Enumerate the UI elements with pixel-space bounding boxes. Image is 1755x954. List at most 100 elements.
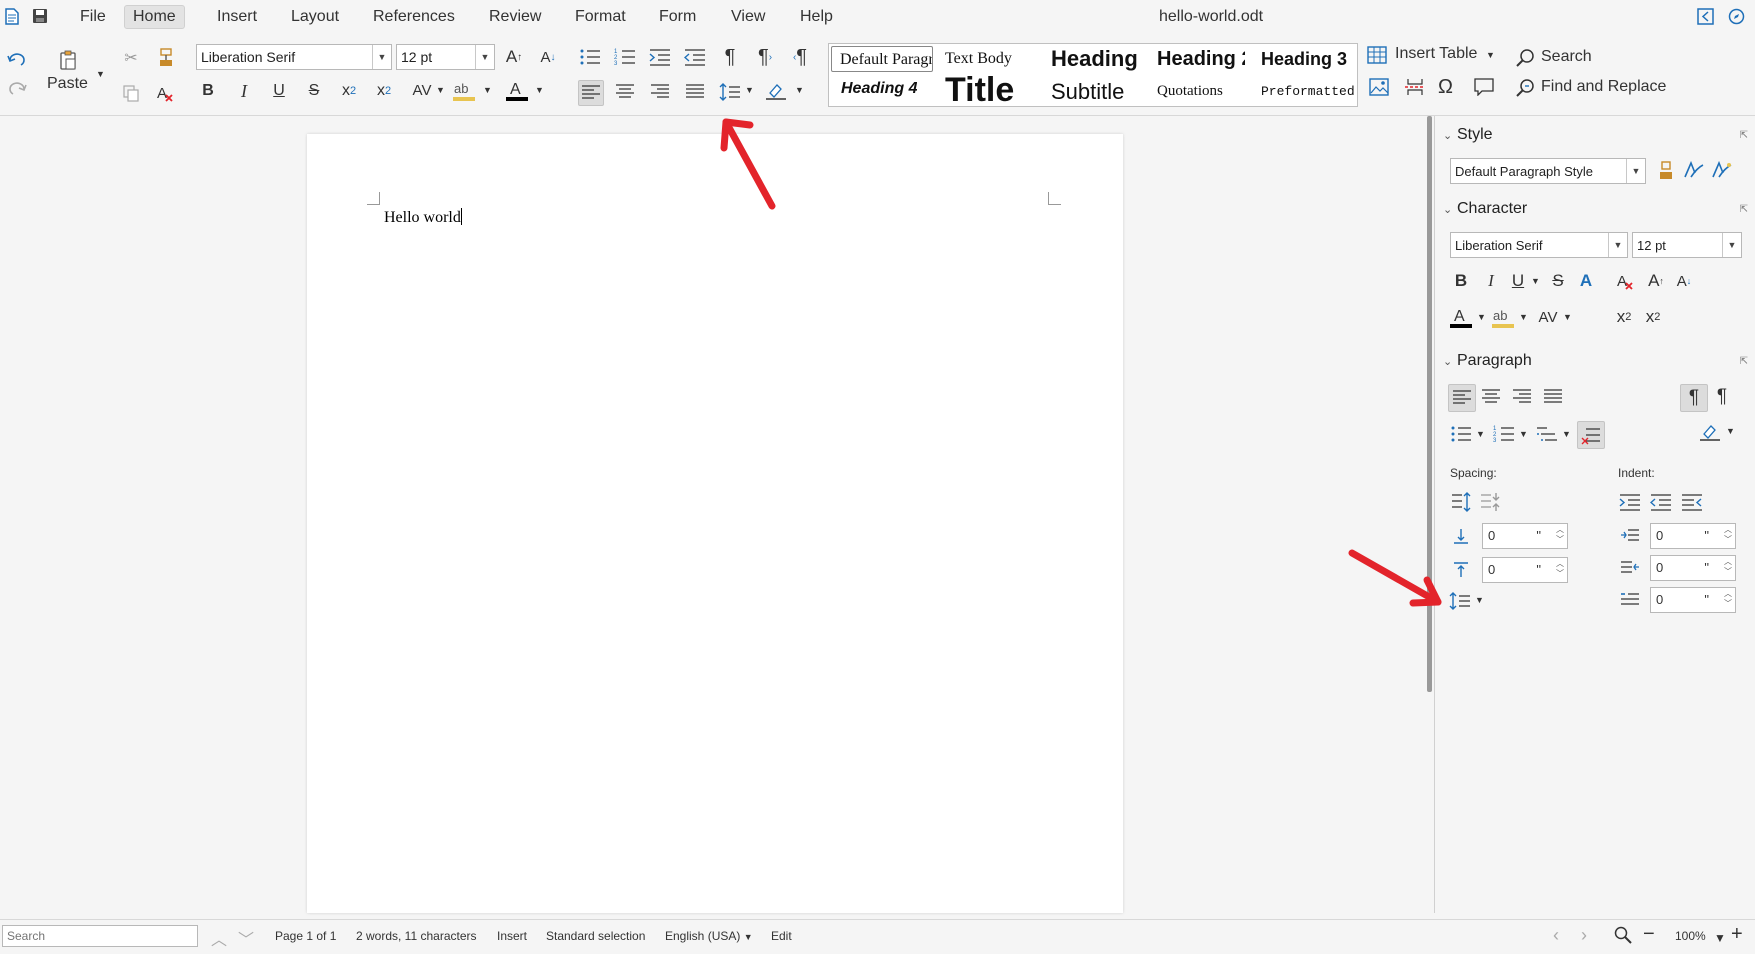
superscript-icon[interactable]: x2 xyxy=(372,79,396,103)
sidebar-font-size-combo[interactable]: 12 pt ▼ xyxy=(1632,232,1742,258)
save-icon[interactable] xyxy=(32,8,48,24)
sidebar-character-spacing-dropdown-arrow[interactable]: ▼ xyxy=(1563,312,1572,322)
page-break-icon[interactable] xyxy=(1405,78,1425,101)
before-text-indent-icon[interactable] xyxy=(1617,523,1643,549)
align-right-icon[interactable] xyxy=(648,80,672,104)
sidebar-align-center-icon[interactable] xyxy=(1478,384,1504,410)
menu-form[interactable]: Form xyxy=(651,6,704,28)
menu-help[interactable]: Help xyxy=(792,6,841,28)
document-body-text[interactable]: Hello world xyxy=(384,208,462,227)
underline-icon[interactable]: U xyxy=(267,79,291,103)
menu-home[interactable]: Home xyxy=(124,5,185,29)
character-spacing-icon[interactable]: AV xyxy=(410,78,434,102)
sidebar-underline-icon[interactable]: U xyxy=(1505,268,1531,294)
sidebar-line-spacing-dropdown-arrow[interactable]: ▼ xyxy=(1475,595,1484,605)
subscript-icon[interactable]: x2 xyxy=(337,79,361,103)
image-icon[interactable] xyxy=(1369,78,1389,101)
sidebar-font-name-combo[interactable]: Liberation Serif ▼ xyxy=(1450,232,1628,258)
sidebar-font-name-dropdown-arrow[interactable]: ▼ xyxy=(1608,233,1627,257)
font-size-combo[interactable]: 12 pt ▼ xyxy=(396,44,495,70)
line-spacing-icon[interactable] xyxy=(718,80,742,104)
style-text-body[interactable]: Text Body xyxy=(945,50,1012,68)
word-count[interactable]: 2 words, 11 characters xyxy=(356,929,477,943)
below-spacing-stepper[interactable]: ︿ ﹀ xyxy=(1556,559,1564,579)
edit-mode[interactable]: Edit xyxy=(771,929,792,943)
increase-paragraph-spacing-icon[interactable] xyxy=(1448,489,1474,515)
zoom-in-icon[interactable]: + xyxy=(1731,923,1743,946)
sidebar-decrease-font-icon[interactable]: A ↓ xyxy=(1671,268,1697,294)
sidebar-increase-indent-icon[interactable] xyxy=(1617,489,1643,515)
menu-file[interactable]: File xyxy=(72,6,114,28)
sidebar-font-color-icon[interactable]: A xyxy=(1448,304,1474,330)
style-heading-3[interactable]: Heading 3 xyxy=(1261,49,1357,70)
sidebar-outline-list-icon[interactable] xyxy=(1534,421,1560,447)
style-preformatted[interactable]: Preformatted xyxy=(1261,84,1355,99)
above-spacing-stepper[interactable]: ︿ ﹀ xyxy=(1556,525,1564,545)
highlight-color-icon[interactable]: ab xyxy=(452,78,476,102)
find-next-icon[interactable]: ﹀ xyxy=(238,926,254,950)
style-quotations[interactable]: Quotations xyxy=(1157,83,1223,100)
sidebar-left-to-right-icon[interactable]: ¶ xyxy=(1680,384,1708,412)
sidebar-justify-icon[interactable] xyxy=(1540,384,1566,410)
formatting-marks-icon[interactable]: ¶ xyxy=(718,45,742,69)
zoom-icon[interactable] xyxy=(1614,926,1632,947)
after-text-indent-stepper[interactable]: ︿ ﹀ xyxy=(1724,557,1732,577)
menu-insert[interactable]: Insert xyxy=(209,6,265,28)
insert-mode[interactable]: Insert xyxy=(497,929,527,943)
paragraph-more-options-icon[interactable]: ⇱ xyxy=(1740,356,1748,367)
special-character-icon[interactable]: Ω xyxy=(1438,76,1453,99)
bold-icon[interactable]: B xyxy=(196,79,220,103)
italic-icon[interactable]: I xyxy=(232,79,256,103)
character-spacing-dropdown-arrow[interactable]: ▼ xyxy=(436,85,445,95)
menu-review[interactable]: Review xyxy=(481,6,549,28)
style-title[interactable]: Title xyxy=(945,72,1014,108)
clear-formatting-icon[interactable]: A xyxy=(154,81,178,105)
style-heading[interactable]: Heading xyxy=(1051,46,1145,72)
set-paragraph-style-icon[interactable] xyxy=(1653,158,1679,184)
character-section-header[interactable]: ⌄ Character xyxy=(1443,200,1527,218)
language-status[interactable]: English (USA) ▼ xyxy=(665,929,753,943)
insert-table-dropdown-arrow[interactable]: ▼ xyxy=(1486,50,1495,60)
style-heading-2[interactable]: Heading 2 xyxy=(1157,48,1245,71)
sidebar-ordered-list-icon[interactable]: 123 xyxy=(1491,421,1517,447)
find-search-input[interactable] xyxy=(2,925,198,947)
zoom-level[interactable]: 100% xyxy=(1675,929,1706,943)
font-color-dropdown-arrow[interactable]: ▼ xyxy=(535,85,544,95)
font-color-icon[interactable]: A xyxy=(505,78,529,102)
ordered-list-icon[interactable]: 123 xyxy=(613,45,637,69)
sidebar-italic-icon[interactable]: I xyxy=(1478,268,1504,294)
sidebar-outline-list-dropdown-arrow[interactable]: ▼ xyxy=(1562,429,1571,439)
sidebar-character-spacing-icon[interactable]: AV xyxy=(1535,304,1561,330)
sidebar-bold-icon[interactable]: B xyxy=(1448,268,1474,294)
font-name-combo[interactable]: Liberation Serif ▼ xyxy=(196,44,392,70)
sidebar-ordered-list-dropdown-arrow[interactable]: ▼ xyxy=(1519,429,1528,439)
paste-dropdown-arrow[interactable]: ▼ xyxy=(96,69,105,79)
next-page-icon[interactable]: › xyxy=(1581,925,1587,946)
highlight-color-dropdown-arrow[interactable]: ▼ xyxy=(483,85,492,95)
comment-icon[interactable] xyxy=(1474,78,1494,101)
sidebar-clear-formatting-icon[interactable]: A xyxy=(1613,268,1639,294)
above-spacing-icon[interactable] xyxy=(1448,523,1474,549)
sidebar-toggle-icon[interactable] xyxy=(1697,8,1714,25)
increase-indent-icon[interactable] xyxy=(648,45,672,69)
paragraph-background-dropdown-arrow[interactable]: ▼ xyxy=(795,85,804,95)
sidebar-line-spacing-icon[interactable] xyxy=(1447,588,1473,614)
menu-view[interactable]: View xyxy=(723,6,773,28)
align-center-icon[interactable] xyxy=(613,80,637,104)
sidebar-font-size-dropdown-arrow[interactable]: ▼ xyxy=(1722,233,1741,257)
below-spacing-field[interactable]: 0 " ︿ ﹀ xyxy=(1482,557,1568,583)
document-page[interactable]: Hello world xyxy=(307,134,1123,913)
increase-font-size-icon[interactable]: A ↑ xyxy=(502,45,526,69)
new-style-icon[interactable] xyxy=(1709,158,1735,184)
navigator-compass-icon[interactable] xyxy=(1728,8,1745,25)
sidebar-decrease-indent-icon[interactable] xyxy=(1648,489,1674,515)
sidebar-right-to-left-icon[interactable]: ¶ xyxy=(1709,384,1735,410)
sidebar-paragraph-background-dropdown-arrow[interactable]: ▼ xyxy=(1726,426,1735,436)
insert-table-button[interactable]: Insert Table ▼ xyxy=(1367,44,1497,68)
undo-icon[interactable] xyxy=(5,47,29,71)
zoom-dropdown-arrow[interactable]: ▼ xyxy=(1714,931,1726,945)
unordered-list-icon[interactable] xyxy=(578,45,602,69)
character-more-options-icon[interactable]: ⇱ xyxy=(1740,204,1748,215)
decrease-indent-icon[interactable] xyxy=(683,45,707,69)
justify-icon[interactable] xyxy=(683,80,707,104)
